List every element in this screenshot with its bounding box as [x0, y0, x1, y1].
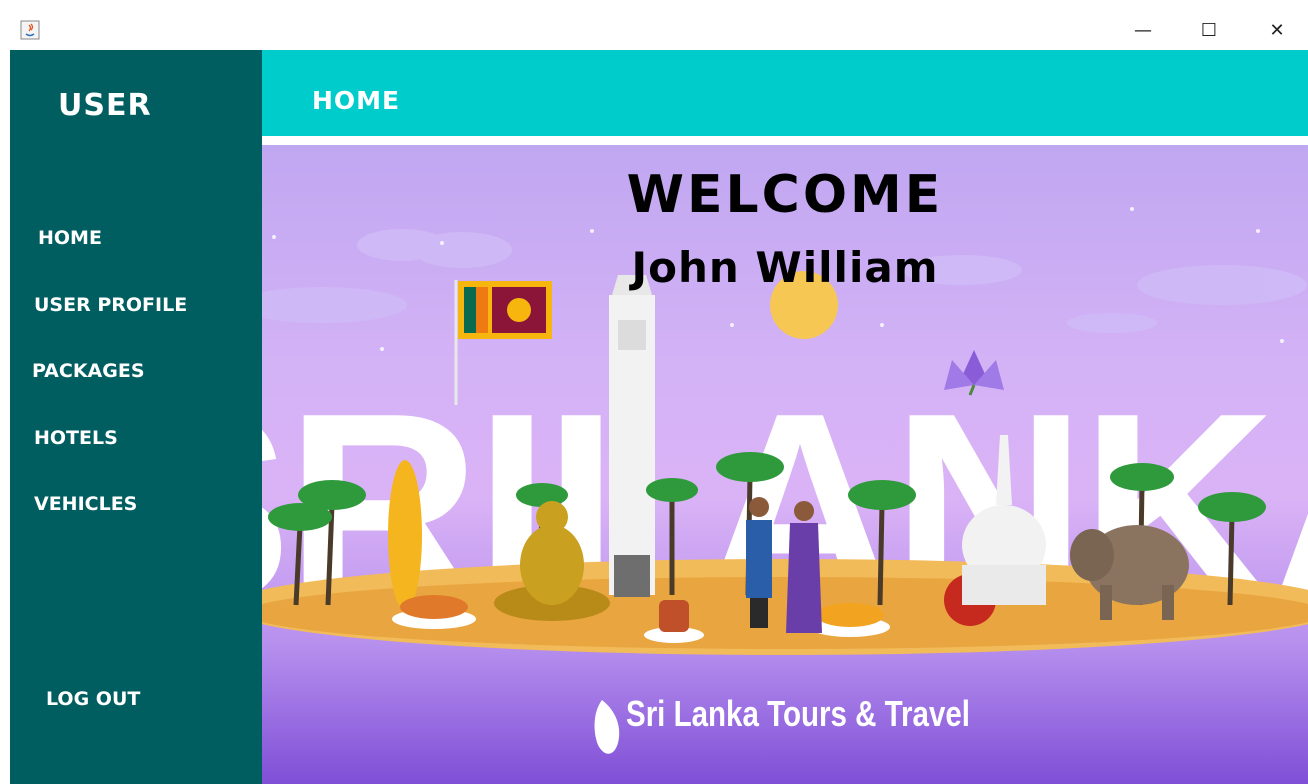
- page-title: HOME: [312, 86, 401, 115]
- sidebar-item-user-profile[interactable]: USER PROFILE: [34, 294, 187, 316]
- window-titlebar: — ☐ ✕: [0, 0, 1308, 50]
- sidebar: USER HOME USER PROFILE PACKAGES HOTELS V…: [10, 50, 262, 784]
- welcome-banner: SRILANKA: [262, 145, 1308, 784]
- sri-lanka-illustration: SRILANKA: [262, 207, 1308, 754]
- close-button[interactable]: ✕: [1254, 14, 1300, 46]
- page-header: HOME: [262, 50, 1308, 136]
- sidebar-title: USER: [58, 88, 152, 123]
- sidebar-item-vehicles[interactable]: VEHICLES: [34, 493, 137, 515]
- user-name: John William: [631, 243, 939, 292]
- minimize-button[interactable]: —: [1120, 14, 1166, 46]
- maximize-button[interactable]: ☐: [1186, 14, 1232, 46]
- sidebar-item-packages[interactable]: PACKAGES: [32, 360, 145, 382]
- brand-logo: Sri Lanka Tours & Travel: [592, 693, 1045, 735]
- brand-text: Sri Lanka Tours & Travel: [626, 693, 970, 734]
- logout-button[interactable]: LOG OUT: [46, 688, 140, 710]
- sidebar-item-home[interactable]: HOME: [38, 227, 102, 249]
- sidebar-item-hotels[interactable]: HOTELS: [34, 427, 118, 449]
- welcome-heading: WELCOME: [626, 165, 944, 225]
- divider: [262, 136, 1308, 145]
- java-icon: [20, 20, 40, 40]
